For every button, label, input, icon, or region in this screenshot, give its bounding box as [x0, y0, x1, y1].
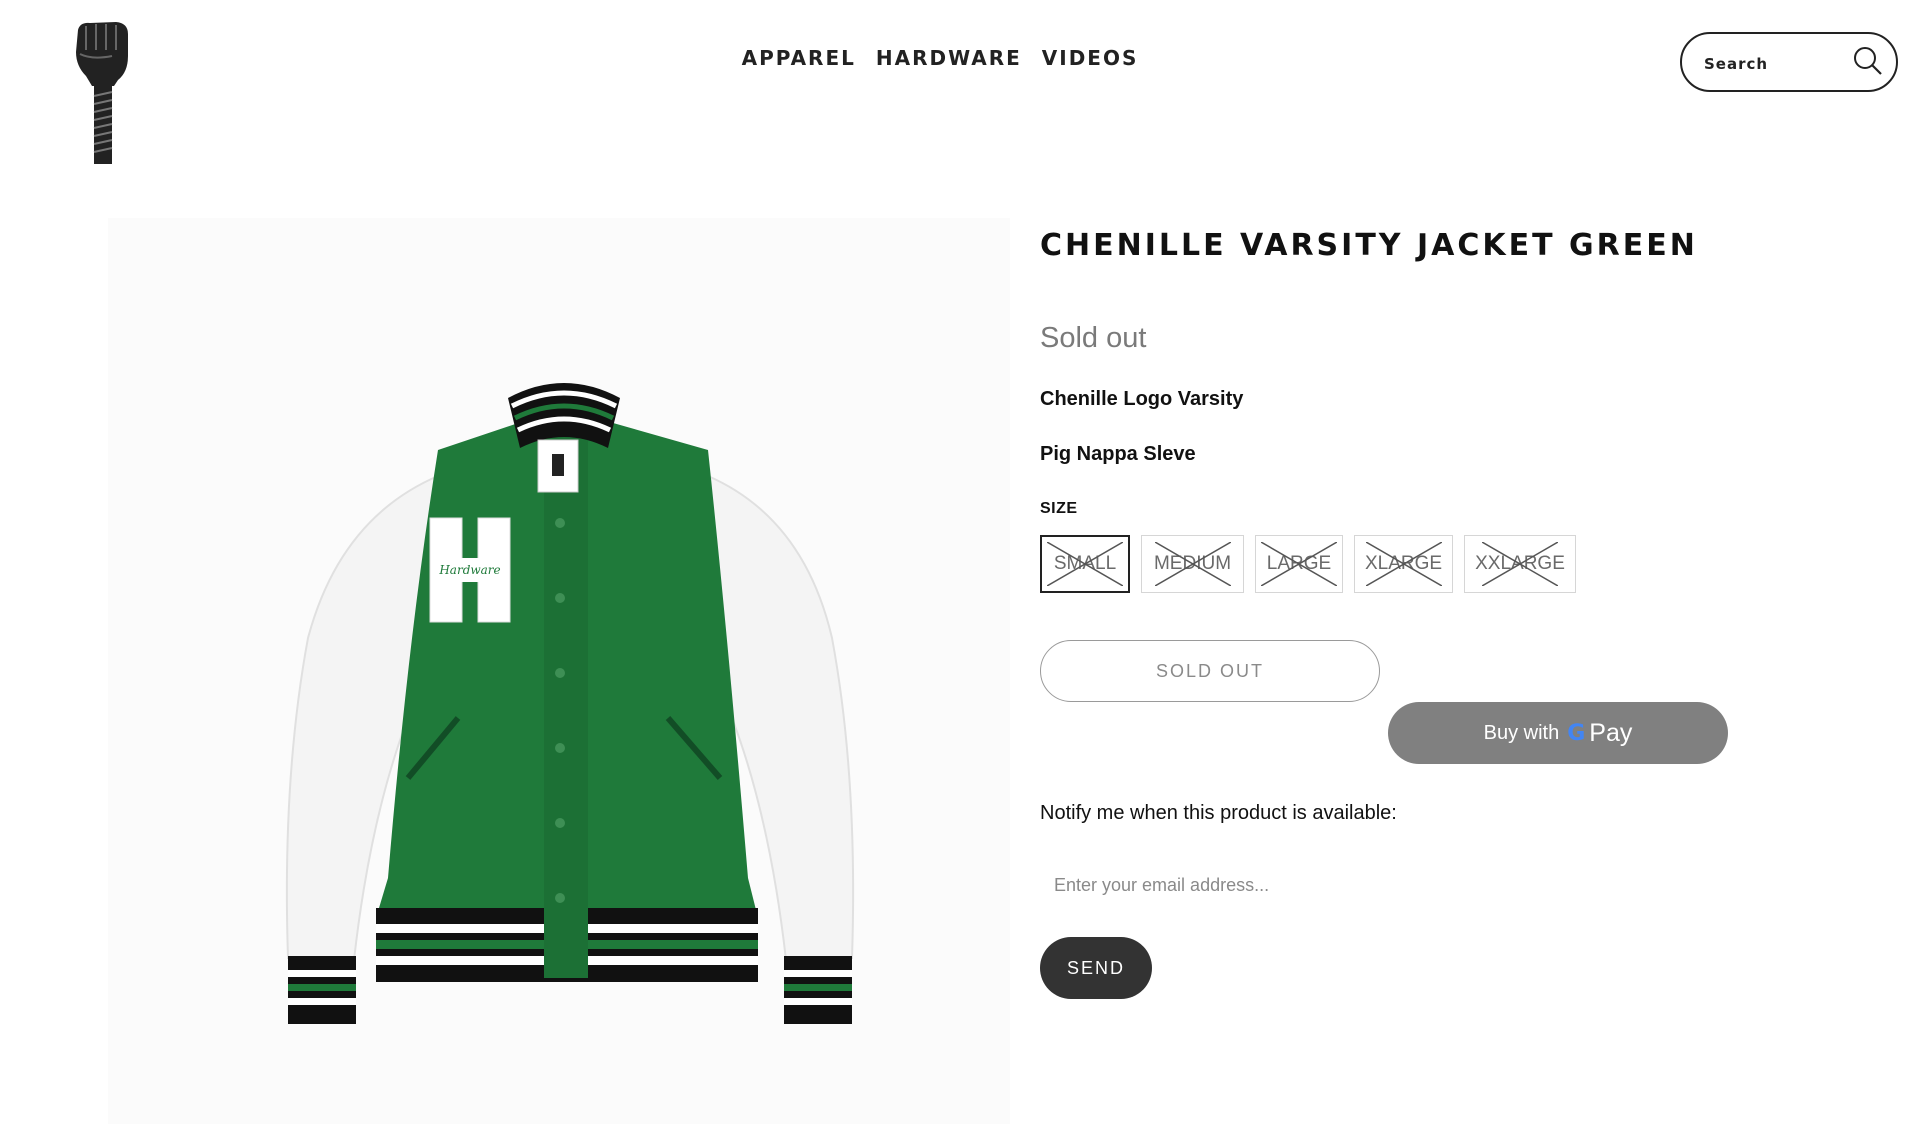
gpay-prefix: Buy with — [1483, 721, 1560, 744]
product-title: CHENILLE VARSITY JACKET GREEN — [1040, 228, 1698, 263]
size-option-medium[interactable]: MEDIUM — [1141, 535, 1244, 593]
gpay-suffix: Pay — [1589, 718, 1633, 747]
product-description-line: Pig Nappa Sleve — [1040, 443, 1196, 465]
size-option-xxlarge[interactable]: XXLARGE — [1464, 535, 1576, 593]
notify-text: Notify me when this product is available… — [1040, 802, 1397, 824]
size-option-xlarge[interactable]: XLARGE — [1354, 535, 1453, 593]
raised-fist-icon — [76, 22, 128, 164]
product-description-line: Chenille Logo Varsity — [1040, 388, 1244, 410]
nav-hardware[interactable]: HARDWARE — [876, 46, 1022, 70]
site-logo[interactable] — [68, 20, 138, 168]
google-g-icon: G — [1567, 720, 1586, 746]
size-option-label: MEDIUM — [1153, 553, 1232, 574]
size-option-label: XLARGE — [1364, 553, 1443, 574]
sold-out-button[interactable]: SOLD OUT — [1040, 640, 1380, 702]
google-pay-button[interactable]: Buy with G Pay — [1388, 702, 1728, 764]
size-option-small[interactable]: SMALL — [1040, 535, 1130, 593]
email-field[interactable] — [1040, 862, 1460, 908]
size-option-label: LARGE — [1266, 553, 1332, 574]
size-option-large[interactable]: LARGE — [1255, 535, 1343, 593]
nav-apparel[interactable]: APPAREL — [742, 46, 856, 70]
size-selector: SMALL MEDIUM LARGE XLARGE XXLARGE — [1040, 535, 1576, 593]
send-button[interactable]: SEND — [1040, 937, 1152, 999]
size-label: SIZE — [1040, 500, 1078, 517]
size-option-label: SMALL — [1053, 553, 1117, 574]
svg-text:Hardware: Hardware — [438, 563, 500, 577]
product-image[interactable]: Hardware — [108, 218, 1010, 1124]
varsity-jacket-image: Hardware — [285, 383, 855, 1024]
size-option-label: XXLARGE — [1475, 553, 1565, 574]
price-status: Sold out — [1040, 322, 1147, 354]
product-info: CHENILLE VARSITY JACKET GREEN Sold out C… — [1040, 0, 1860, 1124]
